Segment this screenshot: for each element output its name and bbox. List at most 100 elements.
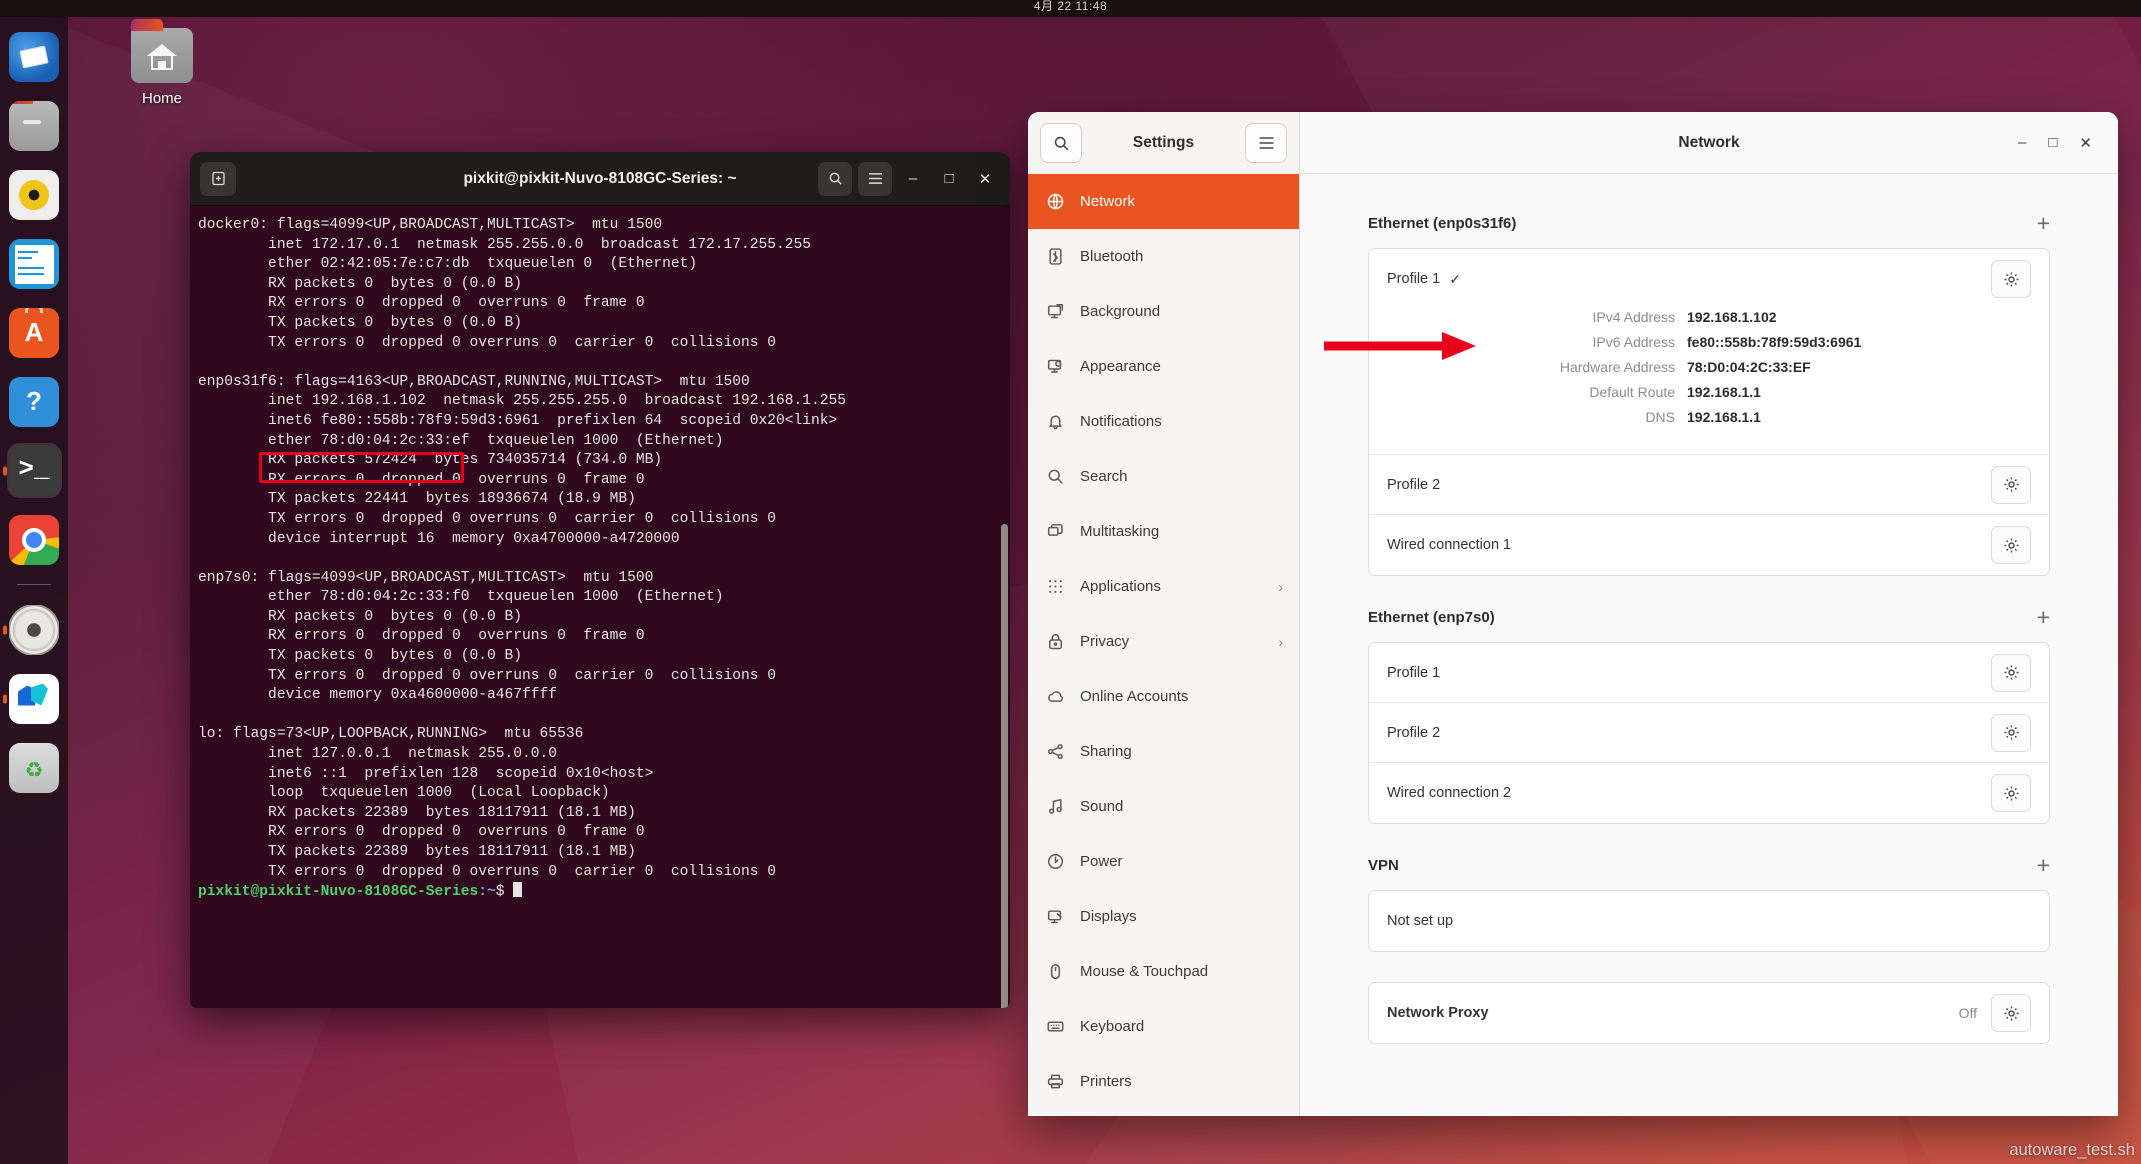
- settings-sidebar[interactable]: Settings Network Bluetooth Background Appea…: [1028, 112, 1300, 1116]
- dock-item-impress[interactable]: [7, 236, 62, 291]
- sidebar-item-privacy[interactable]: Privacy ›: [1028, 614, 1299, 669]
- maximize-button[interactable]: □: [934, 164, 964, 194]
- search-icon[interactable]: [818, 161, 852, 196]
- terminal-window[interactable]: pixkit@pixkit-Nuvo-8108GC-Series: ~ – □ …: [190, 152, 1010, 1008]
- gear-icon[interactable]: [1991, 526, 2031, 564]
- sidebar-item-bluetooth[interactable]: Bluetooth: [1028, 229, 1299, 284]
- sidebar-item-label: Bluetooth: [1080, 248, 1144, 265]
- detail-value: 192.168.1.1: [1687, 409, 1761, 425]
- blue-app-icon: [9, 673, 59, 724]
- hamburger-icon[interactable]: [858, 161, 892, 196]
- gnome-top-bar[interactable]: 4月 22 11:48: [0, 0, 2141, 17]
- sidebar-item-mouse-touchpad[interactable]: Mouse & Touchpad: [1028, 944, 1299, 999]
- close-button[interactable]: ✕: [2079, 134, 2092, 152]
- terminal-output-text: docker0: flags=4099<UP,BROADCAST,MULTICA…: [198, 217, 847, 880]
- keyboard-icon: [1044, 1018, 1066, 1035]
- connection-name: Not set up: [1387, 913, 1454, 929]
- bell-icon: [1044, 413, 1066, 430]
- connection-name: Profile 2: [1387, 476, 1441, 493]
- hamburger-icon[interactable]: [1245, 123, 1287, 163]
- thunderbird-icon: [9, 31, 59, 82]
- gear-icon[interactable]: [1991, 994, 2031, 1032]
- dock-item-files[interactable]: [7, 98, 62, 153]
- network-connection-row[interactable]: Wired connection 2: [1369, 763, 2049, 823]
- sidebar-item-sound[interactable]: Sound: [1028, 779, 1299, 834]
- sidebar-item-label: Online Accounts: [1080, 688, 1189, 705]
- dock-item-chrome[interactable]: [7, 512, 62, 567]
- search-icon[interactable]: [1040, 123, 1082, 163]
- network-settings-content[interactable]: Ethernet (enp0s31f6) + Profile 1 ✓ IPv4 Addr…: [1300, 174, 2118, 1116]
- sidebar-item-keyboard[interactable]: Keyboard: [1028, 999, 1299, 1054]
- terminal-scrollbar[interactable]: [1001, 524, 1008, 1008]
- dock-item-help[interactable]: ?: [7, 374, 62, 429]
- gear-icon[interactable]: [1991, 465, 2031, 504]
- sidebar-item-label: Network: [1080, 193, 1136, 210]
- dock-item-terminal[interactable]: >_: [6, 443, 62, 498]
- sidebar-item-applications[interactable]: Applications ›: [1028, 559, 1299, 614]
- dock-item-settings[interactable]: [7, 602, 62, 657]
- power-icon: [1044, 853, 1066, 870]
- minimize-button[interactable]: –: [2018, 134, 2026, 152]
- sidebar-item-network[interactable]: Network: [1028, 174, 1299, 229]
- settings-titlebar[interactable]: Network – □ ✕: [1300, 112, 2118, 174]
- sidebar-item-background[interactable]: Background: [1028, 284, 1299, 339]
- dock-item-rhythmbox[interactable]: [7, 167, 62, 222]
- recycle-glyph: ♻: [24, 759, 44, 782]
- software-icon-glyph: A: [24, 317, 44, 347]
- maximize-button[interactable]: □: [2048, 134, 2057, 152]
- printer-icon: [1044, 1073, 1066, 1090]
- dock-item-thunderbird[interactable]: [7, 29, 62, 84]
- help-icon-glyph: ?: [26, 386, 42, 416]
- add-connection-button[interactable]: +: [2037, 606, 2050, 629]
- ubuntu-dock[interactable]: A ? >_ ♻: [0, 17, 68, 1164]
- sidebar-item-power[interactable]: Power: [1028, 834, 1299, 889]
- section-heading: Ethernet (enp0s31f6): [1368, 215, 1517, 232]
- connection-name: Wired connection 2: [1387, 785, 1512, 801]
- mouse-icon: [1044, 963, 1066, 980]
- sidebar-item-multitasking[interactable]: Multitasking: [1028, 504, 1299, 559]
- gear-icon[interactable]: [1991, 774, 2031, 812]
- network-connection-row[interactable]: Profile 2: [1369, 455, 2049, 515]
- files-folder-icon: [9, 100, 59, 151]
- dock-item-trash[interactable]: ♻: [7, 740, 62, 795]
- bluetooth-icon: [1044, 248, 1066, 265]
- network-connection-row[interactable]: Profile 1: [1369, 643, 2049, 703]
- red-pointer-arrow: [1324, 332, 1476, 360]
- sidebar-item-sharing[interactable]: Sharing: [1028, 724, 1299, 779]
- gear-icon[interactable]: [1991, 260, 2031, 298]
- terminal-output-area[interactable]: docker0: flags=4099<UP,BROADCAST,MULTICA…: [190, 206, 1010, 1008]
- sidebar-item-list[interactable]: Network Bluetooth Background Appearance Noti…: [1028, 174, 1299, 1116]
- network-connection-row[interactable]: Profile 2: [1369, 703, 2049, 763]
- gear-icon[interactable]: [1991, 653, 2031, 692]
- proxy-state: Off: [1958, 1005, 1977, 1021]
- add-connection-button[interactable]: +: [2037, 854, 2050, 877]
- detail-key: DNS: [1645, 409, 1675, 425]
- dock-item-ubuntu-software[interactable]: A: [7, 305, 62, 360]
- trash-icon: ♻: [9, 742, 59, 793]
- top-bar-clock[interactable]: 4月 22 11:48: [1034, 0, 1107, 14]
- sidebar-item-notifications[interactable]: Notifications: [1028, 394, 1299, 449]
- sidebar-item-displays[interactable]: Displays: [1028, 889, 1299, 944]
- close-button[interactable]: ✕: [970, 164, 1000, 194]
- network-connection-row[interactable]: Wired connection 1: [1369, 515, 2049, 575]
- dock-item-blueapp[interactable]: [7, 671, 62, 726]
- minimize-button[interactable]: –: [898, 164, 928, 194]
- lock-icon: [1044, 633, 1066, 650]
- connection-detail-line: IPv4 Address 192.168.1.102: [1387, 309, 2031, 325]
- network-proxy-row[interactable]: Network Proxy Off: [1369, 983, 2049, 1043]
- add-connection-button[interactable]: +: [2037, 212, 2050, 235]
- terminal-cursor: [513, 882, 523, 898]
- desktop-icon-home[interactable]: Home: [107, 19, 217, 107]
- detail-value: 78:D0:04:2C:33:EF: [1687, 359, 1811, 375]
- gear-icon[interactable]: [1991, 713, 2031, 752]
- sidebar-item-printers[interactable]: Printers: [1028, 1054, 1299, 1109]
- connection-row-header[interactable]: Profile 1 ✓: [1369, 249, 2049, 309]
- network-connection-row[interactable]: Not set up: [1369, 891, 2049, 951]
- display-icon: [1044, 908, 1066, 925]
- sidebar-item-appearance[interactable]: Appearance: [1028, 339, 1299, 394]
- settings-window[interactable]: Settings Network Bluetooth Background Appea…: [1028, 112, 2118, 1116]
- sidebar-item-search[interactable]: Search: [1028, 449, 1299, 504]
- new-tab-icon[interactable]: [200, 161, 236, 196]
- sidebar-item-online-accounts[interactable]: Online Accounts: [1028, 669, 1299, 724]
- terminal-titlebar[interactable]: pixkit@pixkit-Nuvo-8108GC-Series: ~ – □ …: [190, 152, 1010, 206]
